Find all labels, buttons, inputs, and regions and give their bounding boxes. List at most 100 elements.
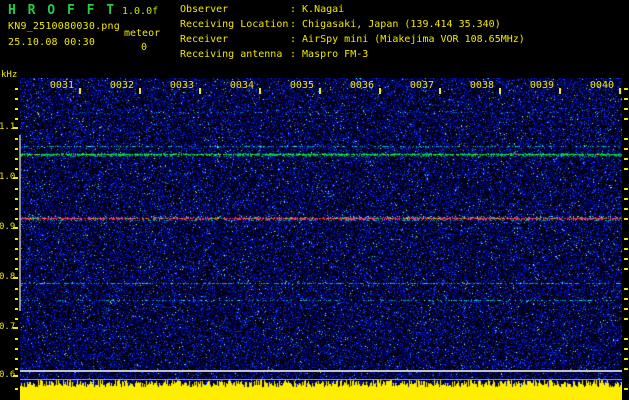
y-axis-minor-tick-right bbox=[624, 238, 628, 240]
info-row-2: Receiver: AirSpy mini (Miakejima VOR 108… bbox=[180, 34, 525, 49]
observation-datetime: 25.10.08 00:30 bbox=[8, 37, 95, 48]
x-axis-time-label: 0035 bbox=[286, 80, 314, 91]
app-version: 1.0.0f bbox=[122, 6, 158, 17]
y-axis-label: 0.7 bbox=[0, 322, 13, 332]
meteor-counter-value: 0 bbox=[141, 42, 147, 53]
spectrogram-plot bbox=[20, 78, 622, 400]
y-axis-major-tick bbox=[13, 327, 18, 329]
y-axis-minor-tick bbox=[15, 198, 18, 200]
left-edge-marker-line bbox=[19, 135, 21, 311]
y-axis-unit-label: kHz bbox=[1, 70, 17, 80]
y-axis-minor-tick-right bbox=[624, 148, 628, 150]
reference-line-0 bbox=[20, 370, 622, 372]
y-axis-minor-tick bbox=[15, 318, 18, 320]
y-axis-minor-tick-right bbox=[624, 198, 628, 200]
y-axis-minor-tick bbox=[15, 298, 18, 300]
hrofft-window: H R O F F T 1.0.0f KN9_2510080030.png 25… bbox=[0, 0, 629, 400]
app-title: H R O F F T bbox=[8, 3, 116, 18]
info-row-1: Receiving Location: Chigasaki, Japan (13… bbox=[180, 19, 525, 34]
y-axis-minor-tick-right bbox=[624, 118, 628, 120]
x-axis-time-label: 0039 bbox=[526, 80, 554, 91]
y-axis-minor-tick-right bbox=[624, 188, 628, 190]
y-axis-minor-tick bbox=[15, 258, 18, 260]
y-axis-minor-tick-right bbox=[624, 318, 628, 320]
y-axis-minor-tick-right bbox=[624, 258, 628, 260]
y-axis-minor-tick-right bbox=[624, 138, 628, 140]
y-axis-minor-tick bbox=[15, 148, 18, 150]
y-axis-label: 0.9 bbox=[0, 222, 13, 232]
y-axis-minor-tick-right bbox=[624, 358, 628, 360]
y-axis-minor-tick bbox=[15, 168, 18, 170]
y-axis-minor-tick bbox=[15, 208, 18, 210]
y-axis-minor-tick bbox=[15, 248, 18, 250]
y-axis-major-tick bbox=[13, 277, 18, 279]
y-axis-minor-tick bbox=[15, 188, 18, 190]
y-axis-minor-tick-right bbox=[624, 218, 628, 220]
y-axis-minor-tick-right bbox=[624, 108, 628, 110]
info-value: : AirSpy mini (Miakejima VOR 108.65MHz) bbox=[290, 34, 525, 49]
y-axis-label: 0.6 bbox=[0, 370, 13, 380]
x-axis-tick bbox=[439, 88, 441, 94]
output-filename: KN9_2510080030.png bbox=[8, 21, 120, 32]
x-axis-tick bbox=[139, 88, 141, 94]
y-axis-minor-tick bbox=[15, 138, 18, 140]
x-axis-tick bbox=[319, 88, 321, 94]
y-axis-minor-tick bbox=[15, 88, 18, 90]
x-axis-time-label: 0033 bbox=[166, 80, 194, 91]
x-axis-time-label: 0037 bbox=[406, 80, 434, 91]
y-axis-minor-tick bbox=[15, 268, 18, 270]
y-axis-minor-tick-right bbox=[624, 338, 628, 340]
y-axis-label: 1.1 bbox=[0, 122, 13, 132]
x-axis-time-label: 0040 bbox=[586, 80, 614, 91]
y-axis-minor-tick-right bbox=[624, 348, 628, 350]
info-value: : Maspro FM-3 bbox=[290, 49, 368, 64]
y-axis-minor-tick bbox=[15, 218, 18, 220]
y-axis-label: 1.0 bbox=[0, 172, 13, 182]
y-axis-minor-tick bbox=[15, 108, 18, 110]
y-axis-label: 0.8 bbox=[0, 272, 13, 282]
x-axis-time-label: 0031 bbox=[46, 80, 74, 91]
y-axis-minor-tick-right bbox=[624, 298, 628, 300]
y-axis-major-tick bbox=[13, 177, 18, 179]
info-label: Receiver bbox=[180, 34, 290, 49]
y-axis-minor-tick bbox=[15, 368, 18, 370]
x-axis-time-label: 0038 bbox=[466, 80, 494, 91]
y-axis-major-tick bbox=[13, 375, 18, 377]
y-axis-minor-tick bbox=[15, 338, 18, 340]
y-axis-minor-tick bbox=[15, 388, 18, 390]
y-axis-minor-tick bbox=[15, 348, 18, 350]
x-axis-tick bbox=[619, 88, 621, 94]
y-axis-minor-tick bbox=[15, 238, 18, 240]
x-axis-time-label: 0034 bbox=[226, 80, 254, 91]
x-axis-tick bbox=[559, 88, 561, 94]
y-axis-minor-tick-right bbox=[624, 308, 628, 310]
meteor-counter-label: meteor bbox=[124, 28, 160, 39]
info-label: Receiving antenna bbox=[180, 49, 290, 64]
info-row-0: Observer: K.Nagai bbox=[180, 4, 525, 19]
reference-line-1 bbox=[20, 379, 622, 380]
y-axis-minor-tick-right bbox=[624, 208, 628, 210]
info-label: Observer bbox=[180, 4, 290, 19]
y-axis-minor-tick bbox=[15, 158, 18, 160]
y-axis-minor-tick bbox=[15, 358, 18, 360]
y-axis-minor-tick-right bbox=[624, 248, 628, 250]
info-row-3: Receiving antenna: Maspro FM-3 bbox=[180, 49, 525, 64]
x-axis-tick bbox=[79, 88, 81, 94]
x-axis-tick bbox=[199, 88, 201, 94]
x-axis-time-label: 0036 bbox=[346, 80, 374, 91]
x-axis-tick bbox=[379, 88, 381, 94]
y-axis-minor-tick-right bbox=[624, 388, 628, 390]
x-axis-tick bbox=[499, 88, 501, 94]
y-axis-major-tick bbox=[13, 227, 18, 229]
y-axis-minor-tick-right bbox=[624, 98, 628, 100]
y-axis-minor-tick bbox=[15, 118, 18, 120]
info-value: : K.Nagai bbox=[290, 4, 344, 19]
info-value: : Chigasaki, Japan (139.414 35.340) bbox=[290, 19, 501, 34]
x-axis-tick bbox=[259, 88, 261, 94]
y-axis-minor-tick bbox=[15, 308, 18, 310]
info-panel: Observer: K.Nagai Receiving Location: Chi… bbox=[180, 4, 525, 64]
y-axis-minor-tick-right bbox=[624, 268, 628, 270]
y-axis-minor-tick-right bbox=[624, 368, 628, 370]
y-axis-minor-tick-right bbox=[624, 168, 628, 170]
y-axis-minor-tick-right bbox=[624, 158, 628, 160]
